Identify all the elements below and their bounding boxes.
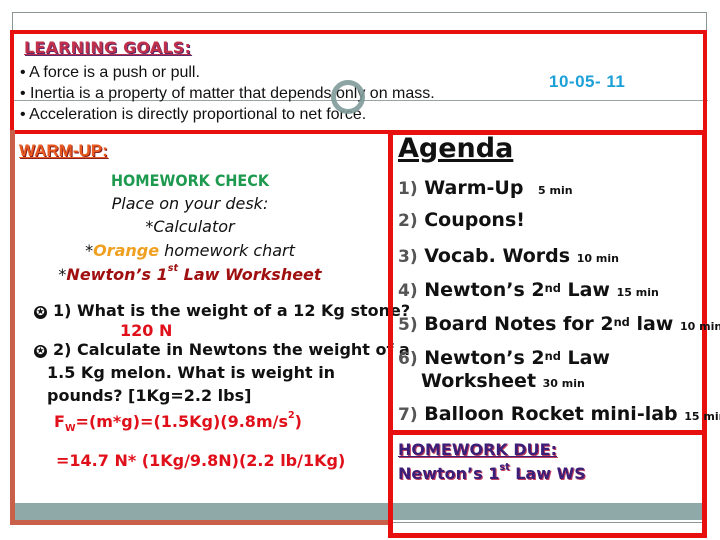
homework-due-item: Newton’s 1st Law WS [398, 462, 586, 483]
equation-pounds: =14.7 N* (1Kg/9.8N)(2.2 lb/1Kg) [56, 451, 346, 470]
calculator-item: *Calculator [145, 217, 235, 236]
goal-item: • A force is a push or pull. [20, 64, 200, 81]
learning-goals-box: LEARNING GOALS: • A force is a push or p… [10, 30, 707, 134]
homework-check-heading: HOMEWORK CHECK [111, 171, 269, 190]
agenda-item: 1) Warm-Up 5 min [398, 177, 573, 199]
agenda-item: 7) Balloon Rocket mini-lab 15 min [398, 403, 720, 425]
goal-item: • Inertia is a property of matter that d… [20, 85, 435, 102]
agenda-item: 6) Newton’s 2nd Law Worksheet 30 min [398, 347, 610, 392]
goal-item: • Acceleration is directly proportional … [20, 106, 367, 123]
worksheet-item: *Newton’s 1st Law Worksheet [58, 263, 322, 284]
question-1: ✪ 1) What is the weight of a 12 Kg stone? [34, 299, 410, 322]
orange-chart-item: *Orange homework chart [85, 241, 295, 260]
learning-goals-title: LEARNING GOALS: [24, 38, 192, 57]
equation-weight: FW=(m*g)=(1.5Kg)(9.8m/s2) [54, 410, 302, 435]
star-bullet-icon: ✪ [34, 306, 47, 319]
agenda-item: 5) Board Notes for 2nd law 10 min [398, 313, 720, 335]
agenda-item: 2) Coupons! [398, 209, 525, 231]
agenda-item: 4) Newton’s 2nd Law 15 min [398, 279, 659, 301]
agenda-item: 3) Vocab. Words 10 min [398, 245, 619, 267]
orange-word: Orange [93, 241, 160, 260]
agenda-title: Agenda [398, 133, 514, 164]
agenda-divider [388, 430, 707, 435]
homework-due-title: HOMEWORK DUE: [398, 440, 557, 459]
warmup-title: WARM-UP: [19, 141, 108, 160]
question-2: ✪ 2) Calculate in Newtons the weight of a… [34, 338, 410, 407]
ring-icon [331, 80, 365, 114]
place-on-desk-text: Place on your desk: [111, 194, 269, 213]
date-label: 10-05- 11 [549, 72, 626, 91]
star-bullet-icon: ✪ [34, 345, 47, 358]
